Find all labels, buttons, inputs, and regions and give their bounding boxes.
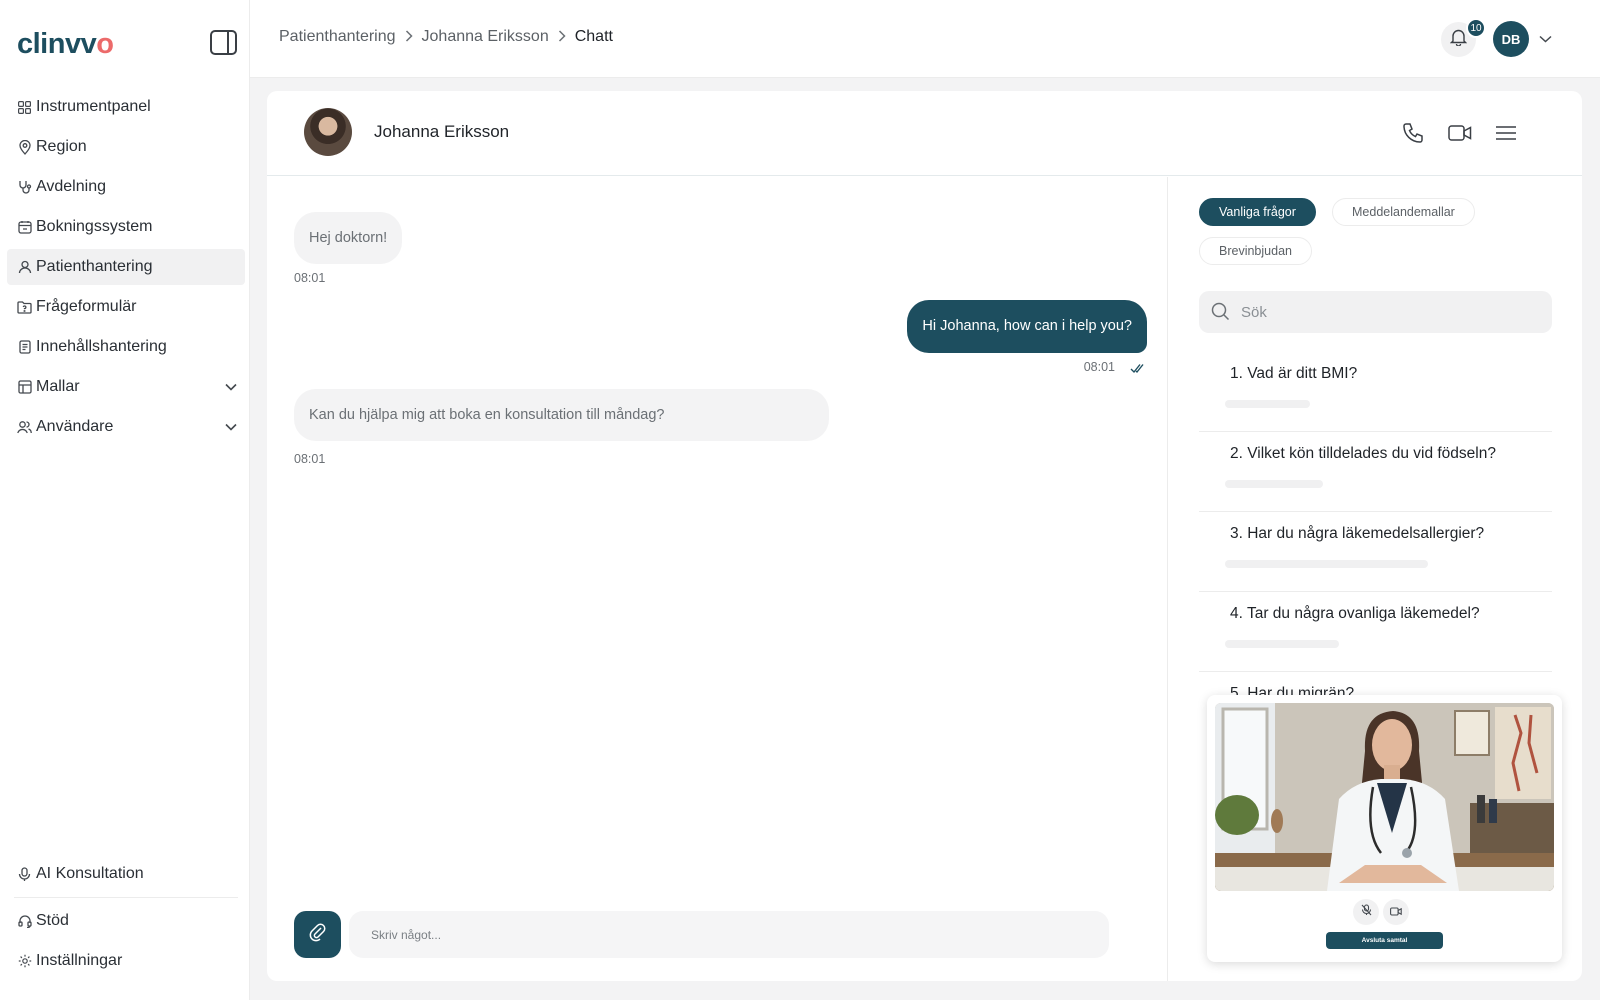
list-item[interactable]: 1. Vad är ditt BMI? (1199, 352, 1552, 432)
chevron-down-icon[interactable] (217, 383, 245, 391)
grid-icon (17, 100, 32, 115)
user-avatar[interactable]: DB (1493, 21, 1529, 57)
chevron-right-icon (405, 29, 413, 45)
search-input[interactable] (1241, 291, 1541, 333)
question-text: 4. Tar du några ovanliga läkemedel? (1230, 605, 1480, 622)
sidebar-item-patienthantering[interactable]: Patienthantering (7, 249, 245, 285)
chevron-right-icon (558, 29, 566, 45)
end-call-button[interactable]: Avsluta samtal (1326, 932, 1443, 949)
chevron-down-icon[interactable] (1539, 30, 1552, 48)
message-bubble-outgoing: Hi Johanna, how can i help you? (907, 300, 1147, 353)
folder-question-icon (17, 300, 32, 315)
sidebar-toggle-icon[interactable] (210, 30, 237, 55)
breadcrumb: Patienthantering Johanna Eriksson Chatt (279, 28, 613, 46)
tab-meddelandemallar[interactable]: Meddelandemallar (1332, 198, 1475, 226)
sidebar-item-installningar[interactable]: Inställningar (7, 943, 245, 979)
users-icon (17, 420, 32, 435)
message-timestamp: 08:01 (1083, 360, 1115, 374)
sidebar-nav: Instrumentpanel Region Avdelning Bokning… (7, 89, 245, 449)
attach-button[interactable] (294, 911, 341, 958)
sidebar-item-anvandare[interactable]: Användare (7, 409, 245, 445)
sidebar-item-label: Patienthantering (36, 258, 153, 275)
sidebar-item-label: Avdelning (36, 178, 106, 195)
message-list: Hej doktorn! 08:01 Hi Johanna, how can i… (267, 177, 1167, 977)
menu-icon[interactable] (1493, 120, 1519, 146)
sidebar-item-label: Innehållshantering (36, 338, 167, 355)
tab-vanliga-fragor[interactable]: Vanliga frågor (1199, 198, 1316, 226)
placeholder-bar (1225, 640, 1339, 648)
video-camera-icon[interactable] (1447, 120, 1473, 146)
breadcrumb-item[interactable]: Patienthantering (279, 28, 396, 46)
sidebar-item-mallar[interactable]: Mallar (7, 369, 245, 405)
gear-icon (17, 954, 32, 969)
double-check-icon (1130, 361, 1147, 379)
placeholder-bar (1225, 560, 1428, 568)
microphone-off-icon (1361, 903, 1372, 921)
question-text: 1. Vad är ditt BMI? (1230, 365, 1358, 382)
sidebar-item-label: Frågeformulär (36, 298, 137, 315)
microphone-icon (17, 866, 32, 882)
sidebar-item-label: Användare (36, 418, 114, 435)
faq-search (1199, 291, 1552, 333)
stethoscope-icon (17, 180, 32, 195)
sidebar-item-label: Instrumentpanel (36, 98, 151, 115)
message-timestamp: 08:01 (294, 271, 326, 285)
placeholder-bar (1225, 400, 1310, 408)
list-item[interactable]: 4. Tar du några ovanliga läkemedel? (1199, 592, 1552, 672)
message-input[interactable] (349, 911, 1109, 958)
mute-microphone-button[interactable] (1353, 899, 1379, 925)
sidebar-item-label: Stöd (36, 912, 69, 929)
sidebar-item-innehallshantering[interactable]: Innehållshantering (7, 329, 245, 365)
topbar: Patienthantering Johanna Eriksson Chatt … (250, 0, 1600, 78)
question-text: 3. Har du några läkemedelsallergier? (1230, 525, 1485, 542)
breadcrumb-item[interactable]: Johanna Eriksson (422, 28, 549, 46)
video-camera-icon (1390, 903, 1402, 921)
faq-list: 1. Vad är ditt BMI? 2. Vilket kön tillde… (1199, 352, 1552, 752)
sidebar-item-label: AI Konsultation (36, 865, 144, 882)
sidebar-item-stod[interactable]: Stöd (7, 903, 245, 939)
sidebar-item-ai-konsultation[interactable]: AI Konsultation (7, 856, 245, 892)
app-logo[interactable]: clinvvo (17, 28, 114, 61)
notification-badge: 10 (1466, 18, 1486, 38)
tab-brevinbjudan[interactable]: Brevinbjudan (1199, 237, 1312, 265)
search-icon (1211, 302, 1230, 326)
breadcrumb-current: Chatt (574, 28, 613, 45)
attachment-icon (308, 922, 328, 947)
chat-header: Johanna Eriksson (267, 91, 1582, 176)
message-bubble-incoming: Kan du hjälpa mig att boka en konsultati… (294, 389, 829, 441)
user-icon (17, 260, 32, 275)
camera-toggle-button[interactable] (1383, 899, 1409, 925)
sidebar-footer-nav: Stöd Inställningar (7, 903, 245, 983)
headset-icon (17, 914, 32, 929)
question-text: 2. Vilket kön tilldelades du vid födseln… (1230, 445, 1496, 462)
table-icon (17, 380, 32, 395)
message-bubble-incoming: Hej doktorn! (294, 212, 403, 264)
document-icon (17, 340, 32, 355)
sidebar-item-instrumentpanel[interactable]: Instrumentpanel (7, 89, 245, 125)
sidebar-item-label: Mallar (36, 378, 80, 395)
sidebar-item-region[interactable]: Region (7, 129, 245, 165)
sidebar-bottom-nav: AI Konsultation (7, 856, 245, 896)
sidebar: clinvvo Instrumentpanel Region Avdelning… (0, 0, 250, 1000)
sidebar-item-bokningssystem[interactable]: Bokningssystem (7, 209, 245, 245)
list-item[interactable]: 2. Vilket kön tilldelades du vid födseln… (1199, 432, 1552, 512)
bell-icon (1449, 28, 1468, 51)
sidebar-item-avdelning[interactable]: Avdelning (7, 169, 245, 205)
chevron-down-icon[interactable] (217, 423, 245, 431)
sidebar-divider (14, 897, 238, 898)
sidebar-item-label: Inställningar (36, 952, 123, 969)
patient-avatar (304, 108, 352, 156)
sidebar-item-label: Region (36, 138, 87, 155)
video-call-window: Avsluta samtal (1207, 695, 1562, 962)
patient-name: Johanna Eriksson (374, 122, 510, 141)
video-feed (1215, 703, 1554, 891)
message-timestamp: 08:01 (294, 452, 326, 466)
placeholder-bar (1225, 480, 1323, 488)
calendar-icon (17, 220, 32, 235)
sidebar-item-label: Bokningssystem (36, 218, 153, 235)
map-pin-icon (17, 139, 32, 155)
sidebar-item-frageformular[interactable]: Frågeformulär (7, 289, 245, 325)
phone-icon[interactable] (1400, 120, 1426, 146)
list-item[interactable]: 3. Har du några läkemedelsallergier? (1199, 512, 1552, 592)
